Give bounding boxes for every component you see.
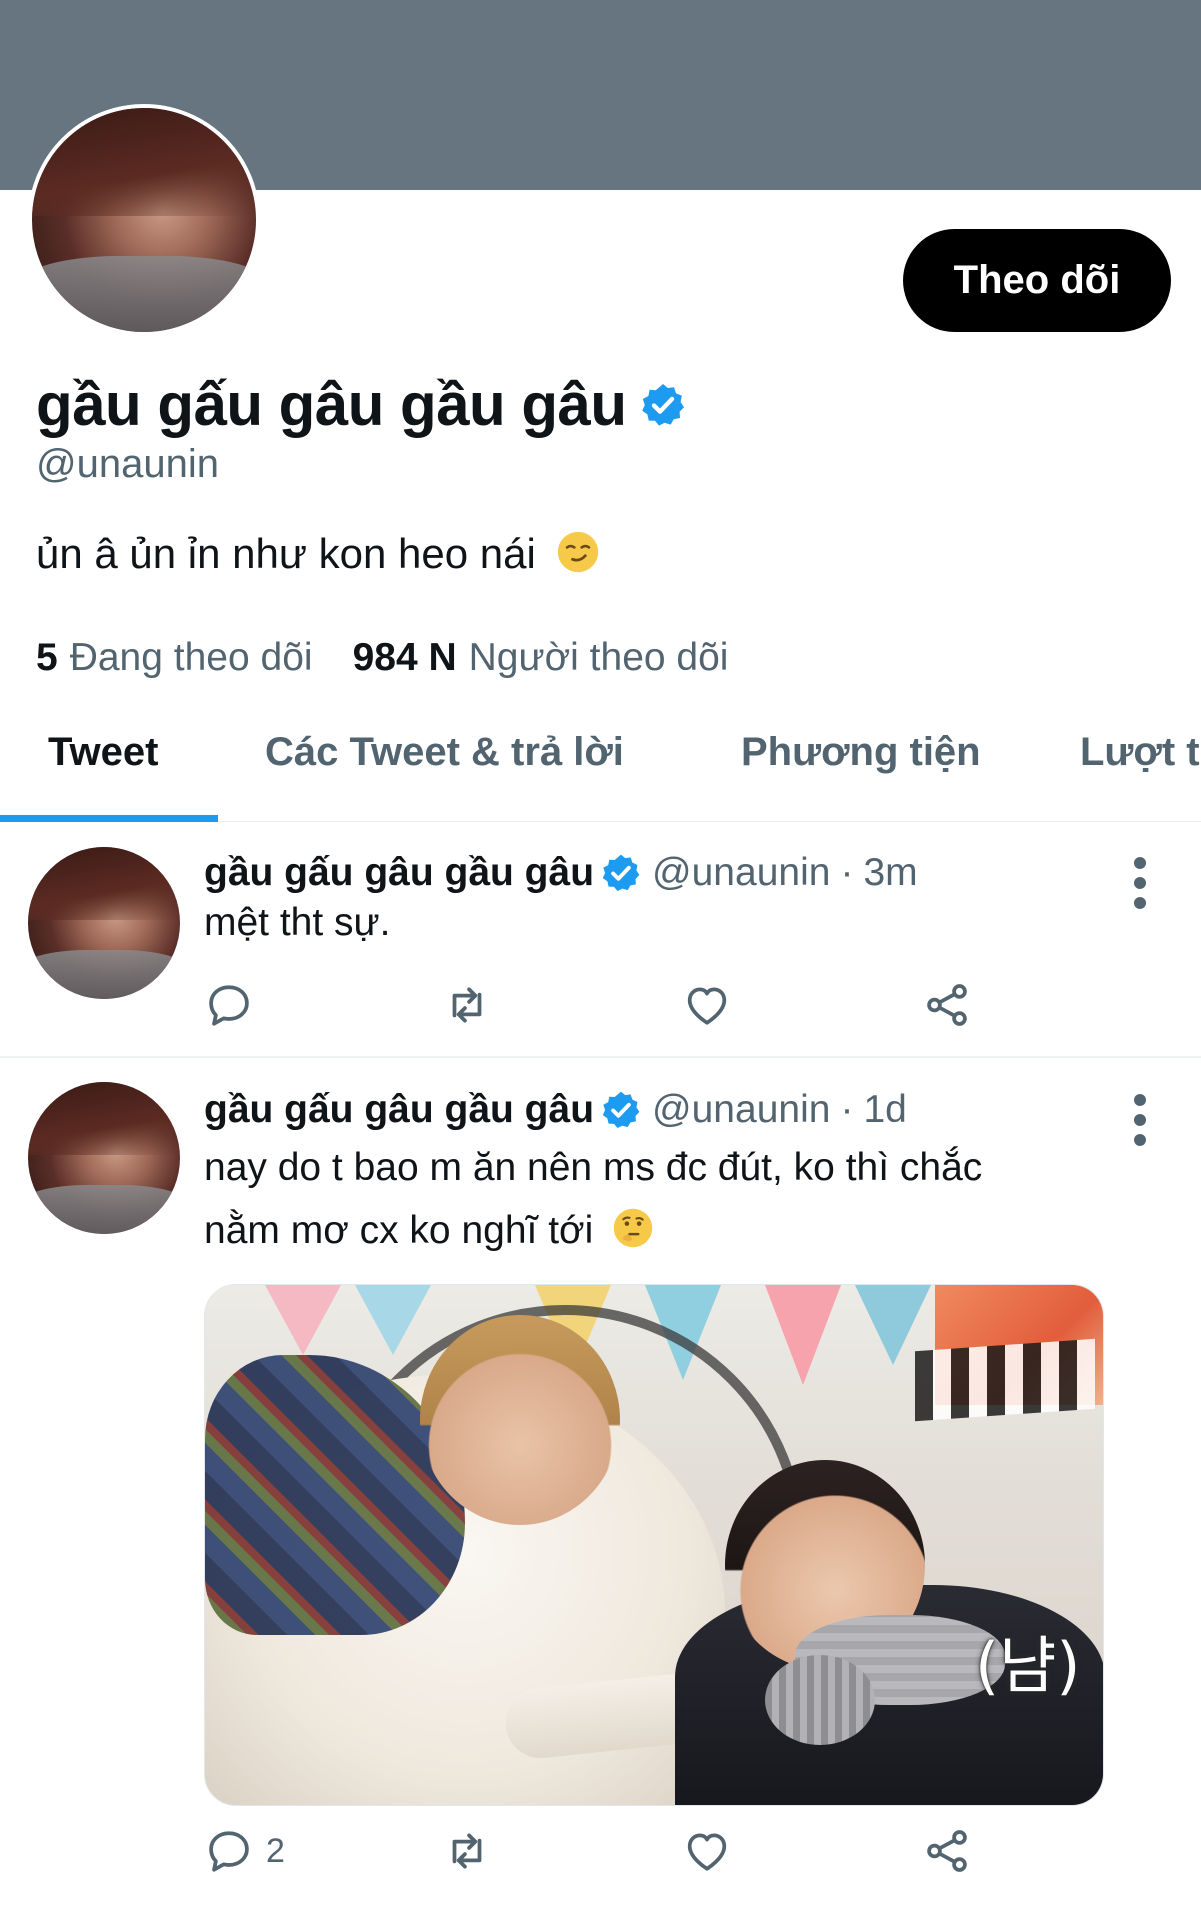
profile-tabs: Tweet Các Tweet & trả lời Phương tiện Lư… — [0, 700, 1201, 822]
avatar-hair — [28, 1082, 180, 1155]
share-button[interactable] — [922, 1826, 972, 1876]
knit-glove — [765, 1655, 875, 1745]
profile-handle: @unaunin — [36, 442, 219, 486]
display-name: gầu gấu gâu gầu gâu — [36, 371, 627, 438]
retweet-icon — [452, 1833, 482, 1869]
tweet-text: mệt tht sự. — [204, 891, 1104, 954]
reply-button[interactable] — [204, 980, 254, 1030]
avatar-blanket — [32, 255, 256, 332]
share-icon — [927, 1830, 967, 1872]
share-button[interactable] — [922, 980, 972, 1030]
smirk-emoji-icon — [557, 531, 598, 573]
tab-likes[interactable]: Lượt t — [1080, 730, 1200, 775]
verified-badge-icon — [641, 383, 684, 426]
checkered-decor — [915, 1338, 1095, 1422]
tweet-actions — [204, 980, 1004, 1040]
tweet-author-handle[interactable]: @unaunin — [652, 1088, 830, 1132]
display-name-row: gầu gấu gâu gầu gâu — [36, 370, 687, 439]
retweet-button[interactable] — [442, 980, 492, 1030]
bio-text: ủn â ủn ỉn như kon heo nái — [36, 530, 536, 577]
tweet-timestamp[interactable]: 1d — [863, 1088, 906, 1132]
following-count[interactable]: 5 — [36, 636, 58, 680]
reply-icon — [209, 1831, 249, 1872]
like-button[interactable] — [682, 1826, 732, 1876]
thinking-emoji-icon — [613, 1208, 653, 1248]
like-button[interactable] — [682, 980, 732, 1030]
reply-icon — [209, 985, 249, 1026]
heart-icon — [687, 987, 727, 1025]
tweet-avatar[interactable] — [28, 1082, 180, 1234]
tweet-separator: · — [840, 851, 854, 894]
tweet-avatar[interactable] — [28, 847, 180, 999]
verified-badge-icon — [602, 854, 640, 892]
tweet-text-line: nay do t bao m ăn nên ms đc đút, ko thì … — [204, 1146, 983, 1189]
more-vertical-icon[interactable] — [1122, 853, 1158, 913]
tweet-separator: · — [840, 1088, 854, 1131]
tweet-text-line: mệt tht sự. — [204, 901, 391, 944]
person-left-head — [420, 1315, 620, 1525]
active-tab-indicator — [0, 815, 218, 822]
profile-bio: ủn â ủn ỉn như kon heo nái — [36, 530, 600, 578]
tab-tweets[interactable]: Tweet — [48, 730, 158, 775]
tweet-header: gầu gấu gâu gầu gâu @unaunin · 3m — [204, 851, 918, 895]
avatar-blanket — [28, 950, 180, 999]
tweet-text-line: nằm mơ cx ko nghĩ tới — [204, 1209, 594, 1252]
follow-button[interactable]: Theo dõi — [903, 229, 1171, 332]
tab-media[interactable]: Phương tiện — [741, 730, 981, 775]
bunting-flag — [355, 1285, 431, 1355]
bunting-flag — [765, 1285, 841, 1385]
verified-badge-icon — [602, 1091, 640, 1129]
media-caption: (냠) — [975, 1629, 1081, 1702]
heart-icon — [687, 1833, 727, 1871]
tweet-author-name[interactable]: gầu gấu gâu gầu gâu — [204, 1088, 594, 1132]
avatar-blanket — [28, 1185, 180, 1234]
more-vertical-icon[interactable] — [1122, 1090, 1158, 1150]
tweet-author-name[interactable]: gầu gấu gâu gầu gâu — [204, 851, 594, 895]
tweet-text: nay do t bao m ăn nên ms đc đút, ko thì … — [204, 1136, 1104, 1262]
tweet-text-line-2: nằm mơ cx ko nghĩ tới — [204, 1199, 1104, 1262]
reply-count: 2 — [266, 1831, 285, 1870]
following-label[interactable]: Đang theo dõi — [70, 636, 313, 680]
profile-stats: 5 Đang theo dõi 984 N Người theo dõi — [36, 636, 728, 680]
tweet-header: gầu gấu gâu gầu gâu @unaunin · 1d — [204, 1088, 907, 1132]
followers-count[interactable]: 984 N — [353, 636, 457, 680]
tweet-item[interactable]: gầu gấu gâu gầu gâu @unaunin · 3m mệt th… — [0, 823, 1201, 1058]
tweet-timestamp[interactable]: 3m — [863, 851, 917, 895]
avatar-hair — [28, 847, 180, 920]
reply-button[interactable]: 2 — [204, 1826, 285, 1876]
bunting-flag — [265, 1285, 341, 1355]
tweet-media-image[interactable]: (냠) — [204, 1284, 1104, 1806]
share-icon — [927, 984, 967, 1026]
tab-tweets-and-replies[interactable]: Các Tweet & trả lời — [265, 730, 624, 775]
retweet-button[interactable] — [442, 1826, 492, 1876]
avatar-hair — [32, 108, 256, 216]
tweet-actions: 2 — [204, 1826, 1004, 1886]
followers-label[interactable]: Người theo dõi — [469, 636, 729, 680]
tweet-author-handle[interactable]: @unaunin — [652, 851, 830, 895]
retweet-icon — [452, 987, 482, 1023]
profile-avatar[interactable] — [28, 104, 260, 336]
